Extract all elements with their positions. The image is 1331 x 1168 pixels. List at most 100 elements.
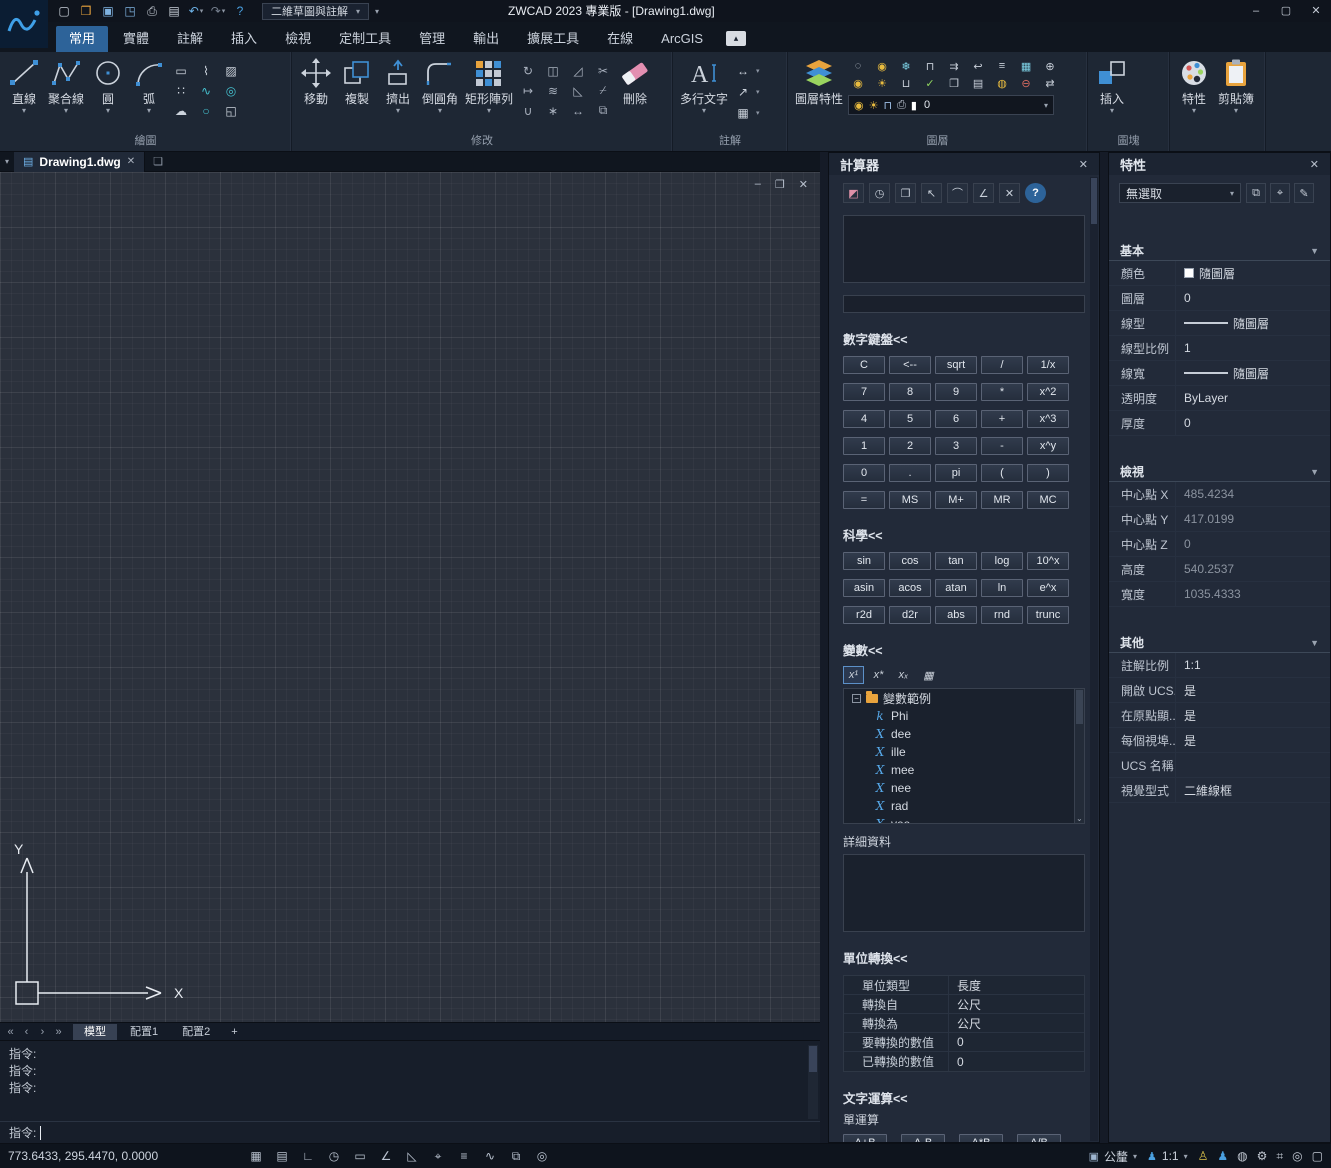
- property-row-sym[interactable]: 每個視埠...是: [1109, 728, 1330, 753]
- calc-key-x-y[interactable]: x^y: [1027, 437, 1069, 455]
- rotate-icon[interactable]: ↻: [518, 62, 538, 79]
- layer-merge-icon[interactable]: ⊕: [1040, 58, 1060, 74]
- doc-restore-icon[interactable]: ❐: [775, 178, 785, 191]
- sci-key-trunc[interactable]: trunc: [1027, 606, 1069, 624]
- property-value[interactable]: 485.4234: [1175, 482, 1330, 506]
- table-button[interactable]: ▦▾: [733, 104, 760, 121]
- sci-key-ln[interactable]: ln: [981, 579, 1023, 597]
- delete-variable-icon[interactable]: xₓ: [893, 666, 914, 684]
- extrude-button[interactable]: 擠出▾: [379, 56, 417, 116]
- paste-value-icon[interactable]: ❐: [895, 183, 916, 203]
- variables-scrollbar[interactable]: ⌄: [1074, 689, 1084, 823]
- property-row-z[interactable]: 中心點 Z0: [1109, 532, 1330, 557]
- property-value[interactable]: 0: [1175, 411, 1330, 435]
- calc-key-mr[interactable]: MR: [981, 491, 1023, 509]
- property-value[interactable]: 二維線框: [1175, 778, 1330, 802]
- snap-tracking-icon[interactable]: ◺: [402, 1147, 422, 1166]
- property-value[interactable]: [1175, 753, 1330, 777]
- calc-key-r0c3[interactable]: /: [981, 356, 1023, 374]
- variables-root-row[interactable]: − 變數範例: [844, 689, 1084, 707]
- ribbon-tab-manage[interactable]: 管理: [406, 26, 458, 52]
- point-icon[interactable]: ∷: [171, 82, 191, 99]
- rect-array-button[interactable]: 矩形陣列▾: [463, 56, 515, 116]
- settings-icon[interactable]: ⚙: [1257, 1149, 1268, 1164]
- notifications-icon[interactable]: ◎: [1292, 1149, 1302, 1164]
- calc-key-r1c3[interactable]: *: [981, 383, 1023, 401]
- text-ops-section-header[interactable]: 文字運算<<: [843, 1088, 1085, 1107]
- break-icon[interactable]: ⌿: [593, 82, 613, 99]
- last-layout-icon[interactable]: »: [52, 1026, 65, 1038]
- add-layout-button[interactable]: +: [223, 1026, 245, 1038]
- copy-button[interactable]: 複製: [338, 56, 376, 116]
- variable-vee[interactable]: Xvee: [844, 815, 1084, 824]
- linear-dimension-button[interactable]: ↔▾: [733, 62, 760, 79]
- text-op-a-b[interactable]: A+B: [843, 1134, 887, 1142]
- join-icon[interactable]: ∪: [518, 102, 538, 119]
- get-coordinates-icon[interactable]: ↖: [921, 183, 942, 203]
- scroll-down-icon[interactable]: ⌄: [1076, 814, 1083, 823]
- open-file-button[interactable]: ❒: [76, 2, 96, 20]
- document-list-icon[interactable]: ▾: [0, 157, 14, 166]
- app-logo-icon[interactable]: [0, 0, 48, 48]
- help-button[interactable]: ?: [230, 2, 250, 20]
- property-row-sym[interactable]: 在原點顯...是: [1109, 703, 1330, 728]
- layer-make-current-icon[interactable]: ✓: [920, 75, 940, 91]
- section-header-sym[interactable]: 檢視▼: [1109, 462, 1330, 482]
- variable-nee[interactable]: Xnee: [844, 779, 1084, 797]
- property-value[interactable]: 0: [1175, 286, 1330, 310]
- property-row-sym[interactable]: 高度540.2537: [1109, 557, 1330, 582]
- property-value[interactable]: 是: [1175, 678, 1330, 702]
- unit-row-value[interactable]: 0: [948, 1033, 1084, 1051]
- sci-key-sin[interactable]: sin: [843, 552, 885, 570]
- region-icon[interactable]: ◱: [221, 102, 241, 119]
- minimize-window-button[interactable]: –: [1241, 0, 1271, 22]
- snap-mode-icon[interactable]: ▤: [272, 1147, 292, 1166]
- variable-rad[interactable]: Xrad: [844, 797, 1084, 815]
- layer-thaw-all-icon[interactable]: ☀: [872, 75, 892, 91]
- property-row-sym[interactable]: 線型隨圖層: [1109, 311, 1330, 336]
- scientific-section-header[interactable]: 科學<<: [843, 525, 1085, 544]
- text-op-a-b[interactable]: A-B: [901, 1134, 945, 1142]
- mirror-icon[interactable]: ◫: [543, 62, 563, 79]
- trim-icon[interactable]: ✂: [593, 62, 613, 79]
- calc-key-1[interactable]: 1: [843, 437, 885, 455]
- annotation-monitor-icon[interactable]: ◎: [532, 1147, 552, 1166]
- line-button[interactable]: 直線▾: [5, 56, 43, 116]
- leader-button[interactable]: ↗▾: [733, 83, 760, 100]
- calc-key-m[interactable]: M+: [935, 491, 977, 509]
- fillet-button[interactable]: 倒圓角▾: [420, 56, 460, 116]
- layer-copy-objects-icon[interactable]: ❐: [944, 75, 964, 91]
- variables-section-header[interactable]: 變數<<: [843, 640, 1085, 659]
- layer-unlock-icon[interactable]: ⊔: [896, 75, 916, 91]
- calc-key-r4c3[interactable]: (: [981, 464, 1023, 482]
- ribbon-tab-view[interactable]: 檢視: [272, 26, 324, 52]
- calc-key-x-2[interactable]: x^2: [1027, 383, 1069, 401]
- calc-key-1-x[interactable]: 1/x: [1027, 356, 1069, 374]
- variable-mee[interactable]: Xmee: [844, 761, 1084, 779]
- maximize-window-button[interactable]: ▢: [1271, 0, 1301, 22]
- property-value[interactable]: 0: [1175, 532, 1330, 556]
- sci-key-d2r[interactable]: d2r: [889, 606, 931, 624]
- property-value[interactable]: 1035.4333: [1175, 582, 1330, 606]
- grid-display-icon[interactable]: ▦: [246, 1147, 266, 1166]
- layer-properties-button[interactable]: 圖層特性: [793, 56, 845, 116]
- calc-key-6[interactable]: 6: [935, 410, 977, 428]
- sci-key-tan[interactable]: tan: [935, 552, 977, 570]
- layout-tab-1[interactable]: 配置1: [119, 1024, 169, 1040]
- next-layout-icon[interactable]: ›: [36, 1026, 49, 1038]
- property-row-sym[interactable]: 線寬隨圖層: [1109, 361, 1330, 386]
- object-snap-icon[interactable]: ▭: [350, 1147, 370, 1166]
- calc-key-3[interactable]: 3: [935, 437, 977, 455]
- sci-key-cos[interactable]: cos: [889, 552, 931, 570]
- property-row-x[interactable]: 中心點 X485.4234: [1109, 482, 1330, 507]
- ribbon-collapse-icon[interactable]: ▴: [726, 31, 746, 46]
- hatch-icon[interactable]: ▨: [221, 62, 241, 79]
- sci-key-atan[interactable]: atan: [935, 579, 977, 597]
- layout-tab-2[interactable]: 配置2: [171, 1024, 221, 1040]
- donut-icon[interactable]: ◎: [221, 82, 241, 99]
- arc-button[interactable]: 弧▾: [130, 56, 168, 116]
- new-file-button[interactable]: ▢: [54, 2, 74, 20]
- variable-dee[interactable]: Xdee: [844, 725, 1084, 743]
- isolate-objects-icon[interactable]: ◍: [1237, 1149, 1247, 1164]
- property-value[interactable]: 隨圖層: [1175, 311, 1330, 335]
